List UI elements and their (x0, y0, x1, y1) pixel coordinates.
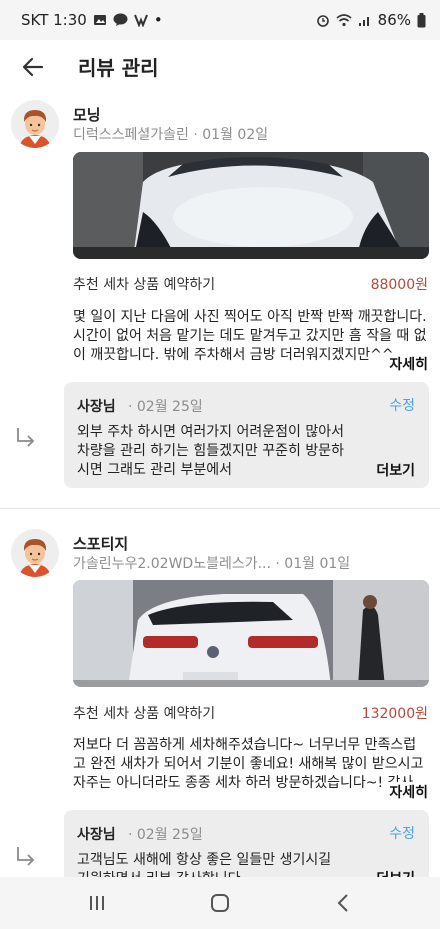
page-title: 리뷰 관리 (78, 56, 159, 80)
back-arrow-icon[interactable] (20, 54, 46, 80)
review-content: 몇 일이 지난 다음에 사진 찍어도 아직 반짝 반짝 깨끗합니다. 시간이 없… (73, 309, 427, 363)
avatar (11, 529, 59, 577)
app-bar: 리뷰 관리 (0, 40, 440, 96)
gallery-icon (93, 15, 106, 25)
review-price: 88000원 (370, 277, 428, 293)
review-meta: 가솔린누우2.02WD노블레스가... · 01월 01일 (73, 553, 350, 573)
user-avatar-icon (19, 110, 51, 148)
reply-arrow-icon (17, 847, 35, 866)
car-photo-image (73, 152, 429, 259)
review-username: 스포티지 (73, 535, 129, 553)
review-date: · 01월 01일 (275, 556, 351, 572)
status-bar: SKT 1:30 • 86% (0, 0, 440, 40)
reply-date: · 02월 25일 (128, 827, 203, 843)
reply-owner: 사장님 (77, 827, 116, 843)
reply-text: 고객님도 새해에 항상 좋은 일들만 생기시길 기원하면서 리뷰 감사합니다 (77, 852, 332, 877)
status-dot: • (153, 11, 163, 29)
signal-icon (358, 17, 369, 26)
divider (0, 508, 440, 509)
review-product-name: 가솔린누우2.02WD노블레스가... (73, 556, 271, 572)
reply-edit-button[interactable]: 수정 (389, 823, 415, 843)
review-package: 추천 세차 상품 예약하기 (73, 706, 216, 722)
review-card: 스포티지 가솔린누우2.02WD노블레스가... · 01월 01일 추천 세차… (0, 525, 440, 877)
review-photo[interactable] (73, 580, 429, 687)
notification-icon (133, 14, 148, 27)
review-photo[interactable] (73, 152, 429, 259)
car-photo-image (73, 580, 429, 687)
system-nav-bar (0, 877, 440, 929)
reply-text: 외부 주차 하시면 여러가지 어려운점이 많아서 차량을 관리 하기는 힘들겠지… (77, 424, 344, 478)
talk-icon (113, 13, 128, 26)
owner-reply: 사장님 · 02월 25일 수정 고객님도 새해에 항상 좋은 일들만 생기시길… (64, 810, 429, 877)
reply-arrow-icon (17, 428, 35, 447)
recent-apps-icon[interactable] (85, 891, 109, 915)
alarm-icon (316, 15, 329, 27)
review-more-link[interactable]: 자세히 (385, 354, 428, 374)
review-meta: 디럭스스페셜가솔린 · 01월 02일 (73, 124, 268, 144)
review-username: 모닝 (73, 106, 101, 124)
review-content: 저보다 더 꼼꼼하게 세차해주셨습니다~ 너무너무 만족스럽고 완전 새차가 되… (73, 737, 424, 791)
reply-more-button[interactable]: 더보기 (376, 868, 415, 877)
review-card: 모닝 디럭스스페셜가솔린 · 01월 02일 추천 세차 상품 예약하기 880… (0, 96, 440, 508)
review-product-name: 디럭스스페셜가솔린 (73, 127, 189, 143)
home-icon[interactable] (208, 891, 232, 915)
battery-level: 86% (377, 11, 411, 29)
reply-owner: 사장님 (77, 399, 116, 415)
back-nav-icon[interactable] (332, 891, 356, 915)
reply-more-button[interactable]: 더보기 (376, 460, 415, 480)
owner-reply: 사장님 · 02월 25일 수정 외부 주차 하시면 여러가지 어려운점이 많아… (64, 382, 429, 488)
reply-edit-button[interactable]: 수정 (389, 395, 415, 415)
reply-date: · 02월 25일 (128, 399, 203, 415)
battery-icon (417, 12, 426, 27)
wifi-icon (336, 14, 352, 27)
review-package: 추천 세차 상품 예약하기 (73, 277, 216, 293)
avatar (11, 100, 59, 148)
review-more-link[interactable]: 자세히 (385, 782, 428, 802)
review-price: 132000원 (361, 706, 428, 722)
status-time: SKT 1:30 (21, 11, 87, 29)
review-date: · 01월 02일 (193, 127, 269, 143)
user-avatar-icon (19, 539, 51, 577)
